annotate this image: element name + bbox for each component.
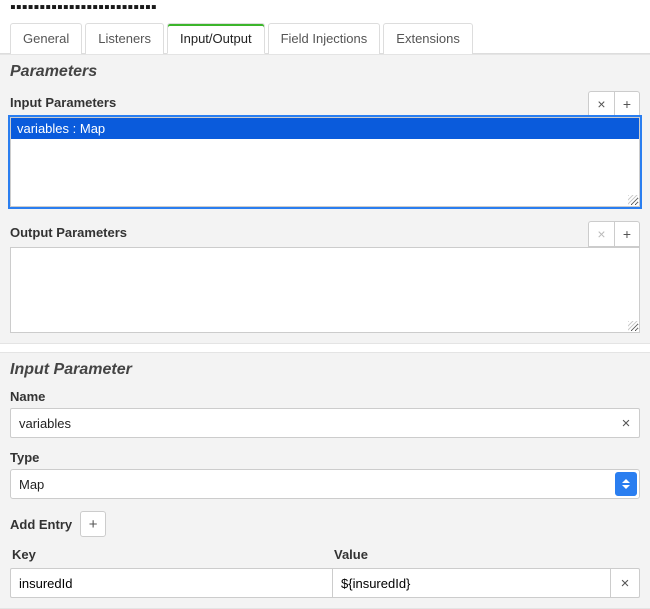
name-input[interactable]: [10, 408, 640, 438]
output-parameters-block: Output Parameters × +: [10, 221, 640, 333]
plus-icon: +: [89, 516, 98, 533]
key-column-header: Key: [12, 547, 334, 562]
output-param-add-button[interactable]: +: [614, 221, 640, 247]
entry-key-input[interactable]: [10, 568, 332, 598]
table-row: ×: [10, 568, 640, 598]
close-icon: ×: [621, 575, 630, 592]
parameters-title: Parameters: [10, 63, 640, 81]
resize-handle-icon: [628, 321, 638, 331]
output-parameters-list[interactable]: [10, 247, 640, 333]
parameters-section: Parameters Input Parameters × + variable…: [0, 54, 650, 344]
tab-extensions[interactable]: Extensions: [383, 23, 473, 54]
plus-icon: +: [623, 226, 631, 242]
name-label: Name: [10, 389, 640, 404]
entry-delete-button[interactable]: ×: [610, 568, 640, 598]
output-param-remove-button[interactable]: ×: [588, 221, 614, 247]
type-select[interactable]: [10, 469, 640, 499]
value-column-header: Value: [334, 547, 638, 562]
close-icon: ×: [622, 415, 631, 432]
type-label: Type: [10, 450, 640, 465]
close-icon: ×: [597, 96, 605, 112]
tabs: General Listeners Input/Output Field Inj…: [0, 22, 650, 54]
input-parameter-title: Input Parameter: [10, 361, 640, 379]
input-parameter-detail-section: Input Parameter Name × Type Add Entry + …: [0, 352, 650, 609]
input-parameters-block: Input Parameters × + variables : Map: [10, 91, 640, 207]
map-entries-header: Key Value: [10, 547, 640, 568]
close-icon: ×: [597, 226, 605, 242]
tab-listeners[interactable]: Listeners: [85, 23, 164, 54]
add-entry-button[interactable]: +: [80, 511, 106, 537]
input-param-remove-button[interactable]: ×: [588, 91, 614, 117]
tab-field-injections[interactable]: Field Injections: [268, 23, 381, 54]
plus-icon: +: [623, 96, 631, 112]
entry-value-input[interactable]: [332, 568, 610, 598]
list-item[interactable]: variables : Map: [11, 118, 639, 139]
name-clear-button[interactable]: ×: [612, 408, 640, 438]
resize-handle-icon: [628, 195, 638, 205]
page-title-truncated: ▪▪▪▪▪▪▪▪▪▪▪▪▪▪▪▪▪▪▪▪▪▪▪▪▪: [0, 0, 650, 22]
add-entry-label: Add Entry: [10, 517, 72, 532]
input-param-add-button[interactable]: +: [614, 91, 640, 117]
input-parameters-label: Input Parameters: [10, 95, 116, 110]
output-parameters-label: Output Parameters: [10, 225, 127, 240]
tab-general[interactable]: General: [10, 23, 82, 54]
input-parameters-list[interactable]: variables : Map: [10, 117, 640, 207]
tab-input-output[interactable]: Input/Output: [167, 23, 265, 54]
